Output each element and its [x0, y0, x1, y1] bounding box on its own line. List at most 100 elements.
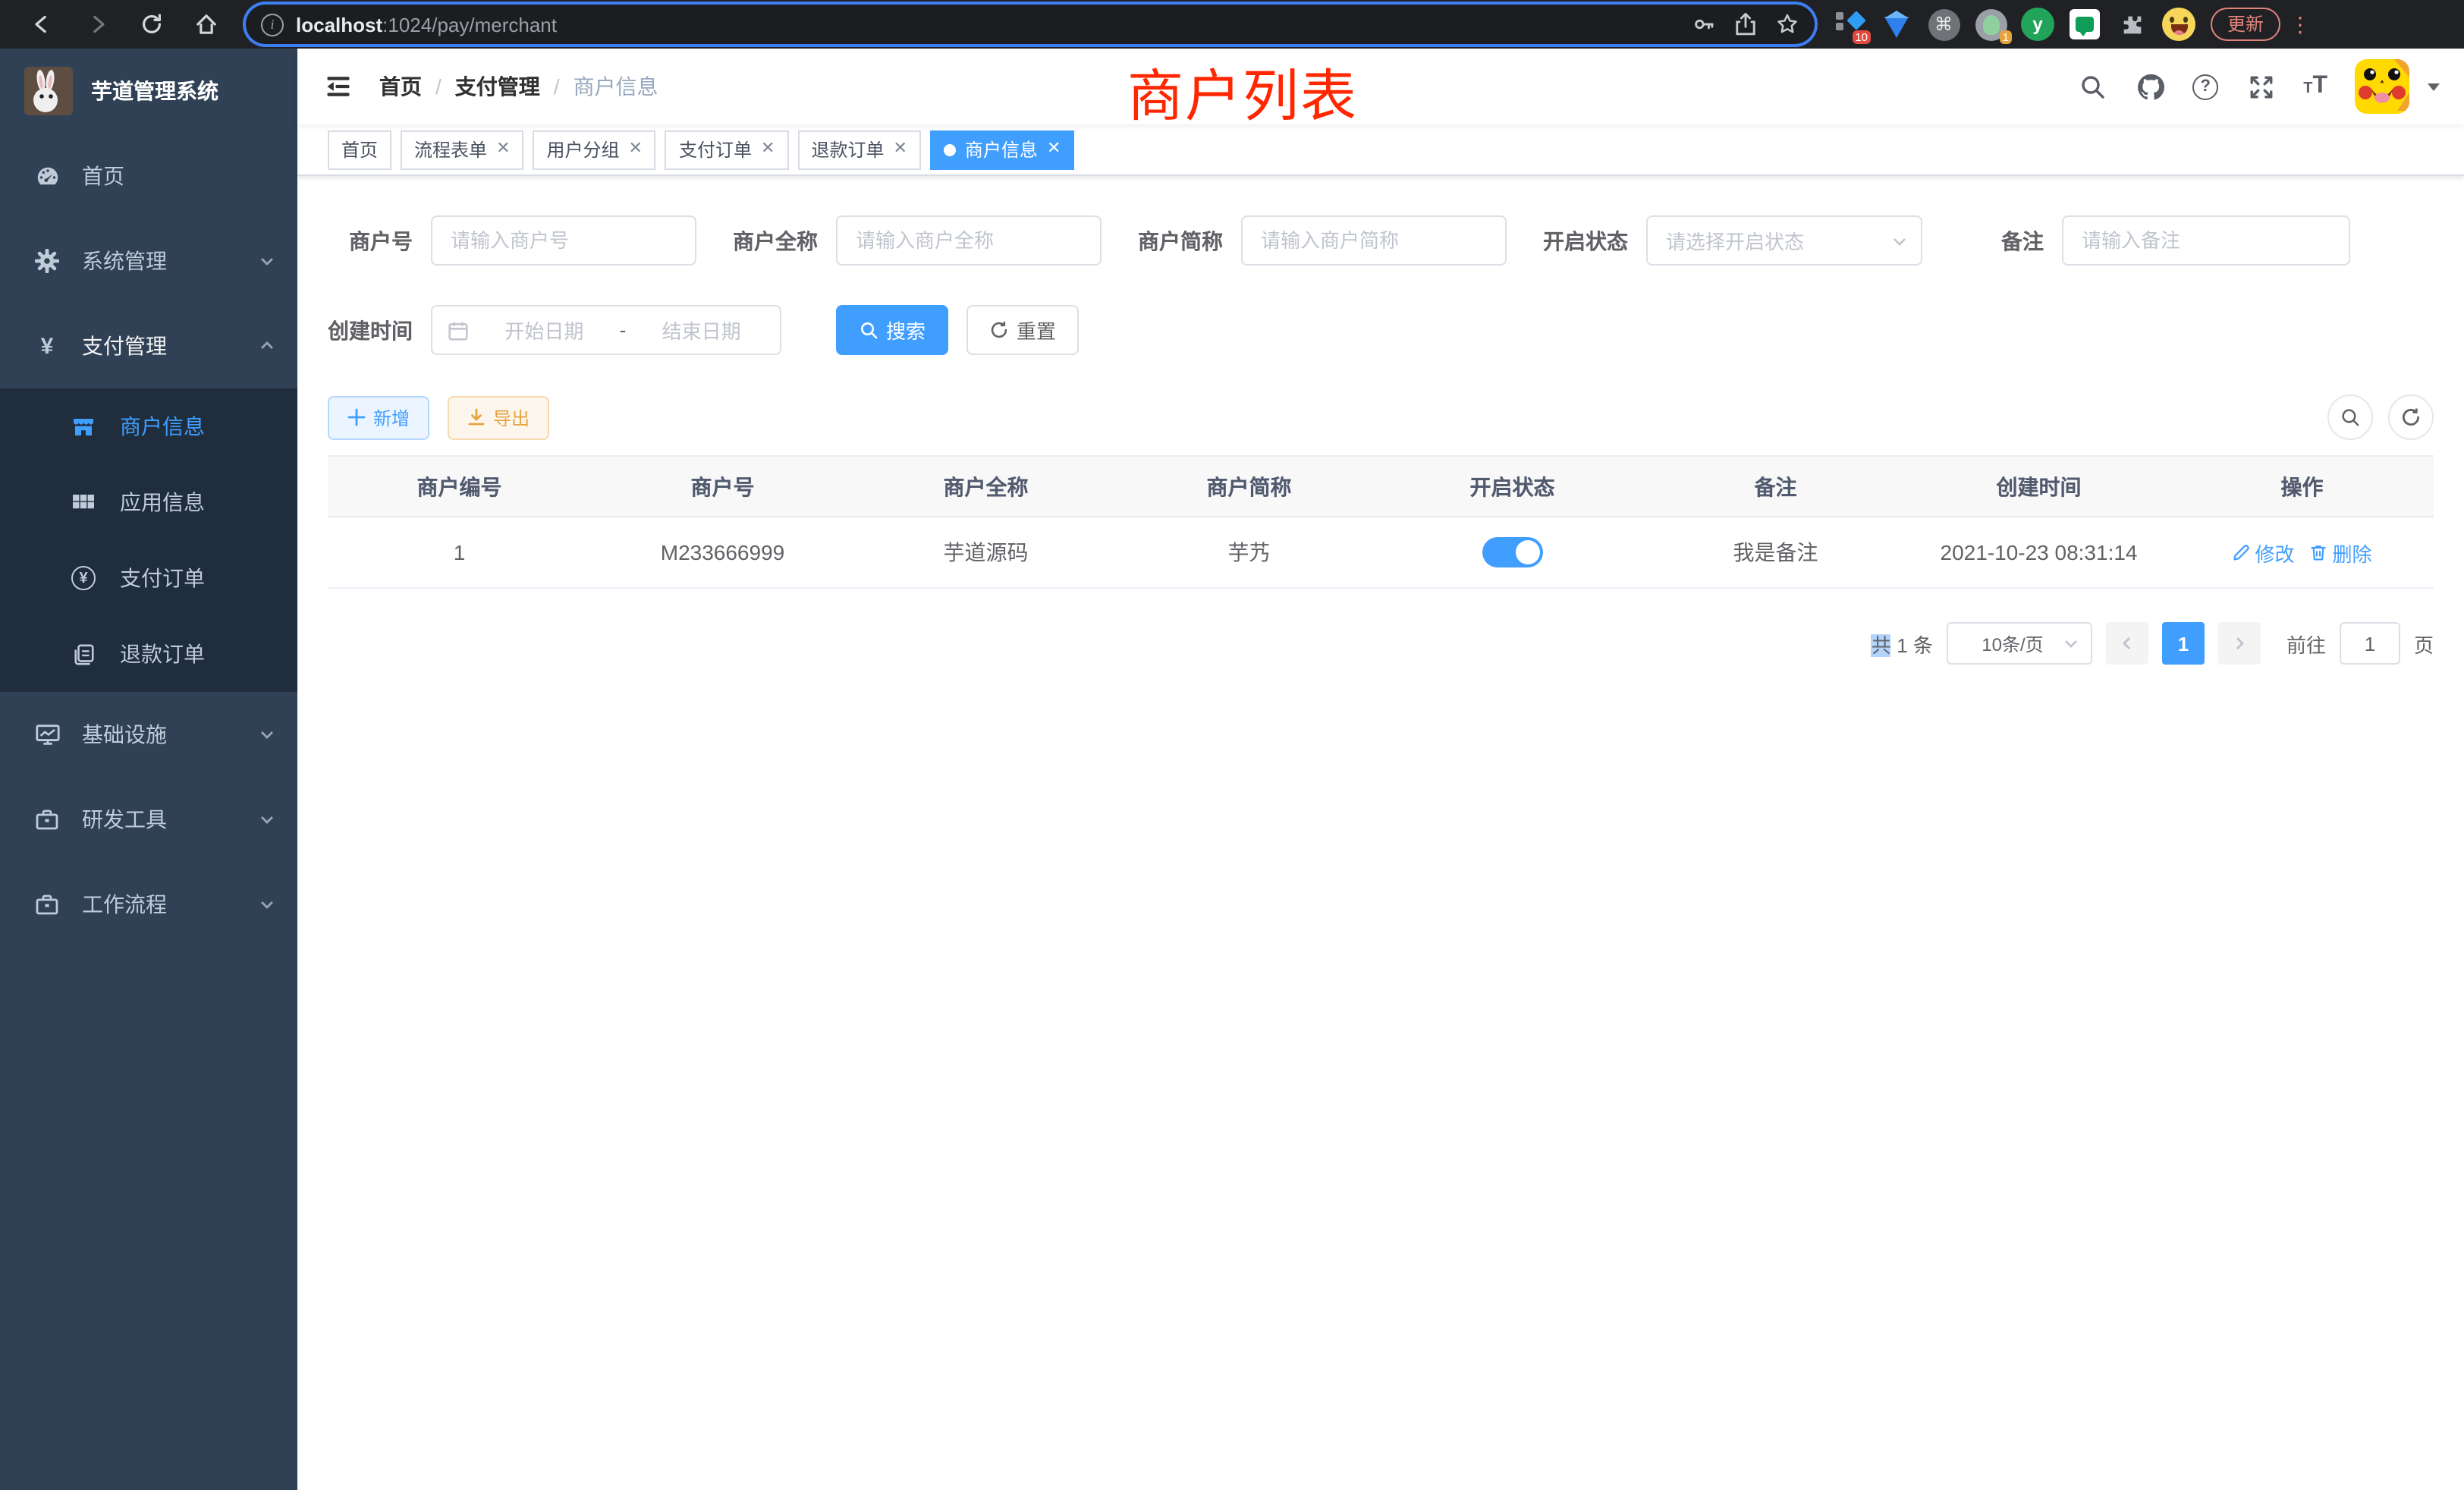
select-placeholder: 请选择开启状态	[1666, 226, 1890, 255]
extension-profile-icon[interactable]: 1	[1974, 8, 2007, 41]
chevron-down-icon	[258, 725, 276, 743]
prev-page-button[interactable]	[2106, 622, 2148, 665]
status-toggle[interactable]	[1482, 537, 1543, 567]
extension-y-icon[interactable]: y	[2021, 8, 2054, 41]
browser-update-button[interactable]: 更新	[2211, 8, 2280, 41]
next-page-button[interactable]	[2218, 622, 2261, 665]
extension-chat-icon[interactable]	[2068, 8, 2101, 41]
browser-forward-icon[interactable]	[79, 6, 115, 42]
sidebar-item-label: 支付管理	[82, 331, 258, 361]
browser-reload-icon[interactable]	[134, 6, 170, 42]
tab-user-group[interactable]: 用户分组✕	[533, 130, 656, 169]
toggle-search-button[interactable]	[2327, 395, 2373, 440]
url-path: :1024/pay/merchant	[382, 13, 557, 36]
status-select[interactable]: 请选择开启状态	[1646, 215, 1922, 266]
full-name-input[interactable]	[836, 215, 1102, 266]
address-bar[interactable]: i localhost:1024/pay/merchant	[246, 5, 1815, 44]
calendar-icon	[448, 319, 469, 341]
sidebar-item-label: 退款订单	[120, 639, 205, 669]
fullscreen-icon[interactable]	[2246, 71, 2276, 102]
plus-icon	[347, 408, 366, 426]
cell-actions: 修改 删除	[2170, 538, 2434, 567]
field-label: 开启状态	[1543, 225, 1646, 256]
sidebar-item-label: 支付订单	[120, 563, 205, 593]
merchant-no-input[interactable]	[431, 215, 696, 266]
chevron-left-icon	[2118, 634, 2136, 652]
tab-label: 支付订单	[679, 137, 752, 162]
site-info-icon[interactable]: i	[261, 13, 284, 36]
goto-page-input[interactable]	[2340, 622, 2400, 665]
tab-process-form[interactable]: 流程表单✕	[401, 130, 523, 169]
table-header-row: 商户编号 商户号 商户全称 商户简称 开启状态 备注 创建时间 操作	[328, 457, 2434, 517]
search-button[interactable]: 搜索	[836, 305, 948, 355]
user-avatar[interactable]	[2355, 59, 2409, 114]
sidebar-item-app-info[interactable]: 应用信息	[0, 464, 297, 540]
close-icon[interactable]: ✕	[629, 141, 643, 158]
export-button[interactable]: 导出	[448, 395, 549, 439]
field-label: 创建时间	[328, 315, 431, 345]
github-icon[interactable]	[2135, 71, 2165, 102]
sidebar-item-pay-order[interactable]: ¥ 支付订单	[0, 540, 297, 616]
breadcrumb-payment[interactable]: 支付管理	[455, 71, 540, 102]
reset-button[interactable]: 重置	[966, 305, 1079, 355]
font-size-icon[interactable]: TT	[2303, 73, 2327, 100]
extension-gem-icon[interactable]	[1880, 8, 1913, 41]
search-icon[interactable]	[2077, 71, 2107, 102]
field-label: 商户简称	[1138, 225, 1241, 256]
sidebar-item-home[interactable]: 首页	[0, 134, 297, 218]
grid-icon	[70, 489, 97, 516]
browser-menu-icon[interactable]: ⋮	[2290, 17, 2311, 32]
page-size-select[interactable]: 10条/页	[1947, 622, 2092, 665]
tab-home[interactable]: 首页	[328, 130, 391, 169]
tab-refund-order[interactable]: 退款订单✕	[797, 130, 920, 169]
help-icon[interactable]: ?	[2192, 74, 2218, 99]
avatar-caret-icon[interactable]	[2428, 83, 2440, 90]
page-number-button[interactable]: 1	[2162, 622, 2205, 665]
tab-label: 商户信息	[965, 137, 1038, 162]
tab-merchant-info[interactable]: 商户信息 ✕	[930, 130, 1074, 169]
sidebar-item-merchant-info[interactable]: 商户信息	[0, 388, 297, 464]
edit-link[interactable]: 修改	[2232, 538, 2294, 567]
cell-merchant-no: M233666999	[591, 540, 854, 564]
page-size-value: 10条/页	[1963, 630, 2062, 656]
refresh-table-button[interactable]	[2388, 395, 2434, 440]
chevron-down-icon	[258, 810, 276, 828]
sidebar-collapse-icon[interactable]	[322, 70, 355, 103]
refresh-icon	[2400, 407, 2422, 428]
sidebar-item-payment[interactable]: ¥ 支付管理	[0, 303, 297, 388]
short-name-input[interactable]	[1241, 215, 1507, 266]
sidebar-item-refund-order[interactable]: 退款订单	[0, 616, 297, 692]
sidebar-item-label: 研发工具	[82, 804, 258, 835]
delete-link[interactable]: 删除	[2310, 538, 2372, 567]
date-start-placeholder: 开始日期	[481, 316, 608, 344]
app-logo[interactable]: 芋道管理系统	[0, 49, 297, 134]
share-icon[interactable]	[1734, 12, 1757, 36]
extensions-puzzle-icon[interactable]	[2115, 8, 2148, 41]
chevron-down-icon	[1890, 231, 1909, 250]
column-header: 备注	[1644, 471, 1907, 501]
cell-short-name: 芋艿	[1117, 537, 1381, 567]
browser-back-icon[interactable]	[24, 6, 61, 42]
date-range-picker[interactable]: 开始日期 - 结束日期	[431, 305, 781, 355]
sidebar-item-dev-tools[interactable]: 研发工具	[0, 777, 297, 862]
breadcrumb-home[interactable]: 首页	[379, 71, 422, 102]
close-icon[interactable]: ✕	[761, 141, 775, 158]
sidebar-item-workflow[interactable]: 工作流程	[0, 862, 297, 947]
password-key-icon[interactable]	[1692, 12, 1716, 36]
extension-grid-icon[interactable]: 10	[1833, 8, 1866, 41]
tab-pay-order[interactable]: 支付订单 ✕	[665, 130, 788, 169]
bookmark-star-icon[interactable]	[1775, 12, 1799, 36]
close-icon[interactable]: ✕	[1047, 141, 1061, 158]
browser-home-icon[interactable]	[188, 6, 225, 42]
extension-command-icon[interactable]: ⌘	[1927, 8, 1960, 41]
cell-merchant-id: 1	[328, 540, 591, 564]
filter-short-name: 商户简称	[1138, 215, 1507, 266]
browser-profile-avatar[interactable]	[2162, 8, 2195, 41]
remark-input[interactable]	[2062, 215, 2350, 266]
close-icon[interactable]: ✕	[893, 141, 907, 158]
close-icon[interactable]: ✕	[496, 141, 510, 158]
sidebar-item-infrastructure[interactable]: 基础设施	[0, 692, 297, 777]
sidebar-item-system[interactable]: 系统管理	[0, 218, 297, 303]
total-prefix: 共	[1872, 633, 1891, 656]
add-button[interactable]: 新增	[328, 395, 429, 439]
